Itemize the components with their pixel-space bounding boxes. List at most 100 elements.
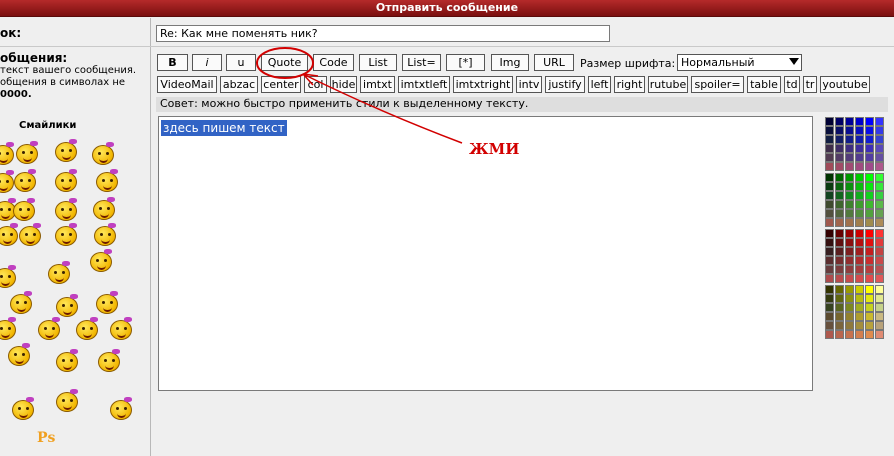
color-swatch[interactable] <box>855 265 864 274</box>
smiley-icon[interactable] <box>56 297 78 317</box>
color-swatch[interactable] <box>865 247 874 256</box>
color-swatch[interactable] <box>845 153 854 162</box>
color-swatch[interactable] <box>865 285 874 294</box>
td-button[interactable]: td <box>784 76 800 93</box>
color-swatch[interactable] <box>825 285 834 294</box>
color-swatch[interactable] <box>865 153 874 162</box>
smiley-icon[interactable] <box>14 172 36 192</box>
color-swatch[interactable] <box>855 294 864 303</box>
color-swatch[interactable] <box>835 265 844 274</box>
color-swatch[interactable] <box>825 200 834 209</box>
smiley-icon[interactable] <box>94 226 116 246</box>
abzac-button[interactable]: abzac <box>220 76 258 93</box>
color-swatch[interactable] <box>835 182 844 191</box>
color-swatch[interactable] <box>855 321 864 330</box>
color-swatch[interactable] <box>865 126 874 135</box>
smiley-icon[interactable] <box>55 226 77 246</box>
color-swatch[interactable] <box>835 117 844 126</box>
code-button[interactable]: Code <box>313 54 354 71</box>
color-swatch[interactable] <box>875 238 884 247</box>
italic-button[interactable]: i <box>192 54 222 71</box>
color-swatch[interactable] <box>845 256 854 265</box>
color-swatch[interactable] <box>835 238 844 247</box>
color-swatch[interactable] <box>835 285 844 294</box>
color-swatch[interactable] <box>825 153 834 162</box>
color-swatch[interactable] <box>845 191 854 200</box>
color-swatch[interactable] <box>855 117 864 126</box>
youtube-button[interactable]: youtube <box>820 76 870 93</box>
imtxt-button[interactable]: imtxt <box>360 76 395 93</box>
smiley-icon[interactable] <box>110 320 132 340</box>
color-swatch[interactable] <box>845 218 854 227</box>
color-swatch[interactable] <box>865 191 874 200</box>
color-swatch[interactable] <box>855 200 864 209</box>
spoiler-button[interactable]: spoiler= <box>691 76 744 93</box>
imtxtright-button[interactable]: imtxtright <box>453 76 513 93</box>
color-swatch[interactable] <box>855 330 864 339</box>
color-swatch[interactable] <box>845 321 854 330</box>
color-swatch[interactable] <box>875 247 884 256</box>
color-swatch[interactable] <box>835 173 844 182</box>
color-swatch[interactable] <box>825 303 834 312</box>
color-swatch[interactable] <box>825 209 834 218</box>
subject-input[interactable]: Re: Как мне поменять ник? <box>156 25 610 42</box>
imtxtleft-button[interactable]: imtxtleft <box>398 76 450 93</box>
color-swatch[interactable] <box>855 135 864 144</box>
color-swatch[interactable] <box>825 256 834 265</box>
color-swatch[interactable] <box>825 191 834 200</box>
videomail-button[interactable]: VideoMail <box>157 76 217 93</box>
color-swatch[interactable] <box>855 182 864 191</box>
color-swatch[interactable] <box>855 238 864 247</box>
color-swatch[interactable] <box>835 247 844 256</box>
color-swatch[interactable] <box>865 321 874 330</box>
color-swatch[interactable] <box>875 229 884 238</box>
intv-button[interactable]: intv <box>516 76 542 93</box>
color-swatch[interactable] <box>825 247 834 256</box>
color-swatch[interactable] <box>825 330 834 339</box>
color-swatch[interactable] <box>835 144 844 153</box>
col-button[interactable]: col <box>304 76 327 93</box>
color-swatch[interactable] <box>825 162 834 171</box>
color-swatch[interactable] <box>875 256 884 265</box>
color-swatch[interactable] <box>875 153 884 162</box>
color-swatch[interactable] <box>835 321 844 330</box>
color-swatch[interactable] <box>835 153 844 162</box>
color-swatch[interactable] <box>855 247 864 256</box>
smiley-icon[interactable] <box>48 264 70 284</box>
color-swatch[interactable] <box>835 330 844 339</box>
smiley-icon[interactable] <box>56 352 78 372</box>
color-swatch[interactable] <box>855 312 864 321</box>
color-swatch[interactable] <box>835 303 844 312</box>
list-button[interactable]: List <box>359 54 397 71</box>
color-swatch[interactable] <box>845 162 854 171</box>
color-swatch[interactable] <box>875 321 884 330</box>
color-swatch[interactable] <box>875 265 884 274</box>
color-swatch[interactable] <box>835 256 844 265</box>
color-swatch[interactable] <box>875 303 884 312</box>
color-swatch[interactable] <box>865 200 874 209</box>
color-swatch[interactable] <box>825 274 834 283</box>
color-swatch[interactable] <box>835 200 844 209</box>
color-swatch[interactable] <box>825 321 834 330</box>
color-swatch[interactable] <box>865 256 874 265</box>
color-swatch[interactable] <box>865 144 874 153</box>
smiley-icon[interactable] <box>19 226 41 246</box>
color-swatch[interactable] <box>865 265 874 274</box>
color-swatch[interactable] <box>845 294 854 303</box>
smiley-icon[interactable] <box>10 294 32 314</box>
color-swatch[interactable] <box>825 265 834 274</box>
left-button[interactable]: left <box>588 76 611 93</box>
color-swatch[interactable] <box>825 135 834 144</box>
bold-button[interactable]: B <box>157 54 188 71</box>
color-swatch[interactable] <box>845 209 854 218</box>
smiley-icon[interactable] <box>55 201 77 221</box>
color-swatch[interactable] <box>855 229 864 238</box>
color-swatch[interactable] <box>855 126 864 135</box>
color-swatch[interactable] <box>855 144 864 153</box>
smiley-icon[interactable] <box>96 294 118 314</box>
color-swatch[interactable] <box>825 182 834 191</box>
color-swatch[interactable] <box>875 117 884 126</box>
color-swatch[interactable] <box>875 330 884 339</box>
color-swatch[interactable] <box>875 162 884 171</box>
smiley-icon[interactable] <box>93 200 115 220</box>
